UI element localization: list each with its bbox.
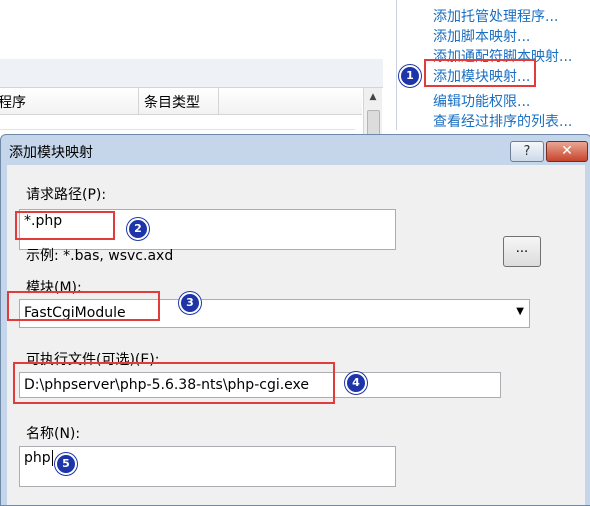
dialog-body: 请求路径(P): *.php 示例: *.bas, wsvc.axd 模块(M)…: [7, 165, 585, 505]
column-divider[interactable]: [218, 88, 219, 114]
pane-divider: [396, 0, 397, 130]
scroll-up-arrow-icon[interactable]: ▲: [364, 88, 382, 106]
pane-toolbar: [0, 59, 383, 88]
text-cursor: [51, 450, 53, 466]
add-wildcard-script-map-link[interactable]: 添加通配符脚本映射...: [433, 46, 572, 66]
step-badge-3: 3: [179, 292, 201, 314]
browse-button[interactable]: ...: [503, 236, 541, 267]
step-badge-1: 1: [399, 65, 421, 87]
help-button[interactable]: ?: [510, 141, 544, 162]
module-value: FastCgiModule: [24, 305, 126, 321]
step-badge-5: 5: [55, 453, 77, 475]
close-button[interactable]: ✕: [546, 141, 588, 162]
executable-label: 可执行文件(可选)(E):: [26, 352, 160, 368]
executable-input[interactable]: D:\phpserver\php-5.6.38-nts\php-cgi.exe: [19, 372, 501, 398]
step-badge-2: 2: [127, 218, 149, 240]
request-path-input[interactable]: *.php: [19, 209, 396, 250]
add-script-map-link[interactable]: 添加脚本映射...: [433, 26, 530, 46]
dialog-title: 添加模块映射: [9, 145, 93, 161]
column-header-entry-type[interactable]: 条目类型: [144, 92, 200, 112]
list-row[interactable]: [0, 115, 355, 130]
name-value: php: [24, 450, 51, 466]
request-path-value: *.php: [24, 213, 63, 229]
close-icon: ✕: [561, 143, 573, 159]
executable-value: D:\phpserver\php-5.6.38-nts\php-cgi.exe: [24, 377, 310, 393]
module-select[interactable]: FastCgiModule ▼: [19, 299, 530, 328]
request-path-label: 请求路径(P):: [26, 187, 107, 203]
add-module-mapping-dialog: 添加模块映射 ? ✕ 请求路径(P): *.php 示例: *.bas, wsv…: [0, 134, 590, 506]
edit-feature-permissions-link[interactable]: 编辑功能权限...: [433, 91, 530, 111]
name-label: 名称(N):: [26, 426, 81, 442]
actions-pane: 添加托管处理程序... 添加脚本映射... 添加通配符脚本映射... 添加模块映…: [398, 0, 590, 140]
add-managed-handler-link[interactable]: 添加托管处理程序...: [433, 6, 558, 26]
list-header: 程序 条目类型: [0, 88, 362, 115]
help-icon: ?: [523, 144, 531, 159]
add-module-mapping-link[interactable]: 添加模块映射...: [433, 66, 530, 86]
view-ordered-list-link[interactable]: 查看经过排序的列表...: [433, 111, 572, 131]
column-divider[interactable]: [138, 88, 139, 114]
dropdown-arrow-icon[interactable]: ▼: [516, 306, 524, 317]
request-path-hint: 示例: *.bas, wsvc.axd: [26, 248, 174, 264]
module-label: 模块(M):: [26, 280, 82, 296]
column-header-path[interactable]: 程序: [0, 92, 26, 112]
step-badge-4: 4: [345, 372, 367, 394]
dialog-title-bar[interactable]: 添加模块映射 ? ✕: [1, 135, 590, 165]
